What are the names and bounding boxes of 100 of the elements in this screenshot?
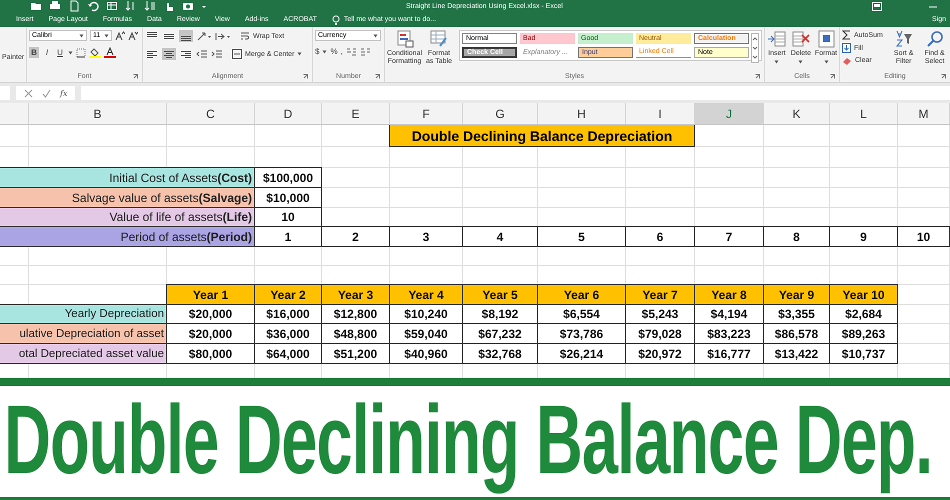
align-bottom-icon[interactable] — [179, 30, 193, 42]
column-heading: Year 4 — [389, 284, 463, 305]
caret-icon[interactable] — [68, 50, 73, 54]
grow-font-icon[interactable] — [115, 30, 125, 40]
row-label: Salvage value of assets(Salvage) — [0, 187, 255, 208]
sort-icon[interactable] — [144, 0, 156, 12]
document-icon[interactable] — [68, 0, 80, 12]
column-header[interactable]: F — [390, 103, 463, 124]
orientation-icon[interactable] — [196, 30, 212, 42]
increase-indent-icon[interactable] — [211, 49, 223, 59]
format-table-icon — [430, 30, 448, 48]
dialog-launcher-icon[interactable] — [755, 74, 760, 79]
period-value: 3 — [389, 226, 463, 247]
column-heading: Year 9 — [763, 284, 830, 305]
period-value: 6 — [625, 226, 695, 247]
sort-filter-icon — [894, 30, 913, 48]
format-cells-icon — [816, 30, 836, 48]
bold-button[interactable]: B — [29, 47, 39, 58]
font-color-icon[interactable] — [104, 47, 116, 58]
italic-button[interactable]: I — [42, 47, 52, 58]
caret-icon[interactable] — [824, 60, 828, 64]
column-heading: Year 5 — [462, 284, 538, 305]
dialog-launcher-icon[interactable] — [830, 74, 835, 79]
indent-icon[interactable] — [215, 30, 231, 42]
sheet-title: Double Declining Balance Depreciation — [389, 125, 695, 147]
caret-icon[interactable] — [373, 34, 378, 38]
camera-icon[interactable] — [182, 0, 194, 12]
cancel-icon[interactable] — [24, 88, 33, 98]
caret-icon[interactable] — [774, 60, 780, 64]
column-header[interactable]: J — [695, 103, 764, 124]
table-cell: $10,737 — [829, 343, 898, 364]
period-value: 2 — [321, 226, 390, 247]
column-heading: Year 2 — [254, 284, 322, 305]
enter-icon[interactable] — [42, 88, 51, 98]
fill-color-icon[interactable] — [89, 47, 101, 58]
dialog-launcher-icon[interactable] — [133, 74, 138, 79]
shrink-font-icon[interactable] — [128, 30, 138, 40]
column-header[interactable]: G — [463, 103, 538, 124]
dialog-launcher-icon[interactable] — [303, 74, 308, 79]
lightbulb-icon — [332, 14, 340, 24]
caret-icon[interactable] — [79, 34, 84, 38]
wrap-text-icon — [240, 31, 250, 41]
increase-decimal-icon[interactable] — [346, 47, 357, 56]
column-heading: Year 10 — [829, 284, 898, 305]
percent-button[interactable]: % — [330, 47, 338, 56]
column-header[interactable]: M — [898, 103, 950, 124]
column-header[interactable]: K — [764, 103, 830, 124]
row-label: Initial Cost of Assets(Cost) — [0, 167, 255, 188]
dialog-launcher-icon[interactable] — [941, 74, 946, 79]
column-heading: Year 6 — [537, 284, 626, 305]
fill-down-icon — [842, 43, 851, 53]
period-value: 5 — [537, 226, 626, 247]
period-value: 8 — [763, 226, 830, 247]
column-heading: Year 1 — [166, 284, 255, 305]
caret-icon[interactable] — [297, 52, 302, 56]
period-value: 4 — [462, 226, 538, 247]
column-heading: Year 7 — [625, 284, 695, 305]
conditional-formatting-icon — [396, 30, 414, 48]
period-value: 9 — [829, 226, 898, 247]
decrease-decimal-icon[interactable] — [360, 47, 371, 56]
decrease-indent-icon[interactable] — [196, 49, 208, 59]
delete-rows-icon — [791, 30, 810, 48]
search-icon — [926, 30, 944, 48]
align-center-icon[interactable] — [162, 48, 176, 60]
align-right-icon[interactable] — [179, 48, 193, 60]
table-icon[interactable] — [106, 0, 118, 12]
period-value: 7 — [694, 226, 764, 247]
column-header[interactable]: L — [830, 103, 898, 124]
period-value: 10 — [897, 226, 950, 247]
column-heading: Year 8 — [694, 284, 764, 305]
insert-function-button[interactable]: fx — [60, 88, 68, 98]
undo-icon[interactable] — [87, 0, 99, 12]
input-value: $100,000 — [254, 167, 322, 188]
printer-icon[interactable] — [49, 0, 61, 12]
column-header[interactable]: H — [538, 103, 626, 124]
insert-rows-icon — [767, 30, 786, 48]
caret-icon[interactable] — [104, 34, 109, 38]
eraser-icon — [842, 56, 852, 65]
row-label: Period of assets(Period) — [0, 226, 255, 247]
column-heading: Year 3 — [321, 284, 390, 305]
caret-icon[interactable] — [798, 60, 804, 64]
ribbon-display-icon[interactable] — [872, 2, 882, 10]
gallery-scroll-icon[interactable] — [751, 33, 759, 63]
align-left-icon[interactable] — [145, 48, 159, 60]
underline-button[interactable]: U — [55, 47, 65, 58]
column-header[interactable]: B — [29, 103, 167, 124]
merge-icon — [232, 49, 242, 59]
banner-heading: Double Declining Balance Dep. — [4, 386, 932, 494]
comma-button[interactable]: , — [340, 47, 343, 56]
row-label: otal Depreciated asset value — [0, 343, 167, 364]
column-header[interactable]: D — [255, 103, 322, 124]
caret-icon[interactable] — [322, 50, 328, 54]
row-label: Yearly Depreciation — [0, 304, 167, 324]
sigma-icon — [842, 30, 851, 40]
row-label: Value of life of assets(Life) — [0, 207, 255, 227]
dialog-launcher-icon[interactable] — [375, 74, 380, 79]
column-header[interactable]: C — [167, 103, 255, 124]
border-icon[interactable] — [76, 48, 86, 58]
column-header[interactable]: E — [322, 103, 390, 124]
currency-button[interactable]: $ — [315, 47, 320, 56]
